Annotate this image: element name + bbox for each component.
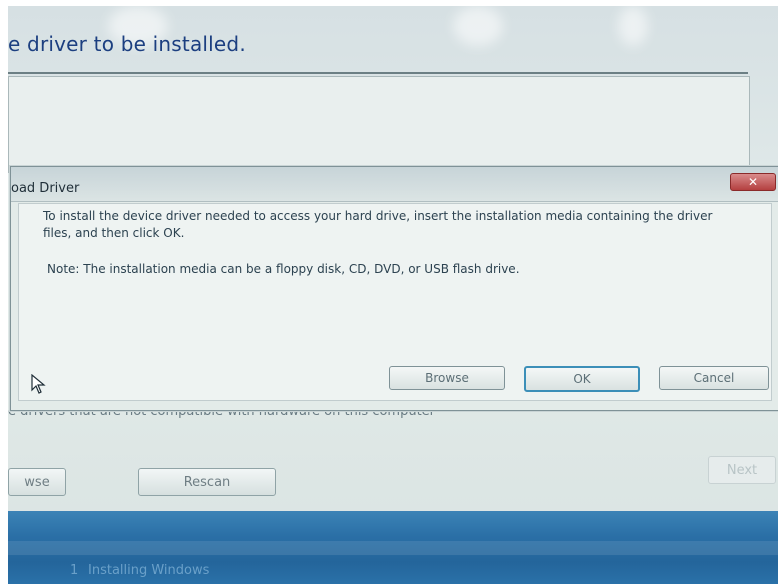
dialog-title: oad Driver (11, 181, 80, 196)
close-icon[interactable]: ✕ (730, 173, 776, 191)
heading-divider (8, 72, 748, 74)
dialog-titlebar[interactable]: oad Driver ✕ (11, 167, 778, 202)
dialog-message: To install the device driver needed to a… (43, 209, 713, 240)
step-number: 1 (70, 563, 79, 578)
install-status: Installing Windows (88, 563, 210, 578)
screen-glare (618, 6, 648, 46)
wizard-rescan-button[interactable]: Rescan (138, 468, 276, 496)
driver-list[interactable] (8, 76, 750, 173)
dialog-body: To install the device driver needed to a… (18, 203, 772, 401)
cancel-button[interactable]: Cancel (659, 366, 769, 390)
mouse-pointer-icon (31, 374, 46, 394)
load-driver-dialog: oad Driver ✕ To install the device drive… (10, 166, 778, 411)
wizard-browse-button[interactable]: wse (8, 468, 66, 496)
ok-button[interactable]: OK (524, 366, 640, 392)
progress-taskbar: 1 Installing Windows (8, 511, 778, 584)
taskbar-highlight (8, 541, 778, 555)
dialog-note: Note: The installation media can be a fl… (47, 262, 520, 276)
browse-button[interactable]: Browse (389, 366, 505, 390)
screen-glare (453, 6, 503, 46)
wizard-next-button[interactable]: Next (708, 456, 776, 484)
wizard-heading: e driver to be installed. (8, 32, 246, 56)
installer-screen: e driver to be installed. e drivers that… (8, 6, 778, 584)
